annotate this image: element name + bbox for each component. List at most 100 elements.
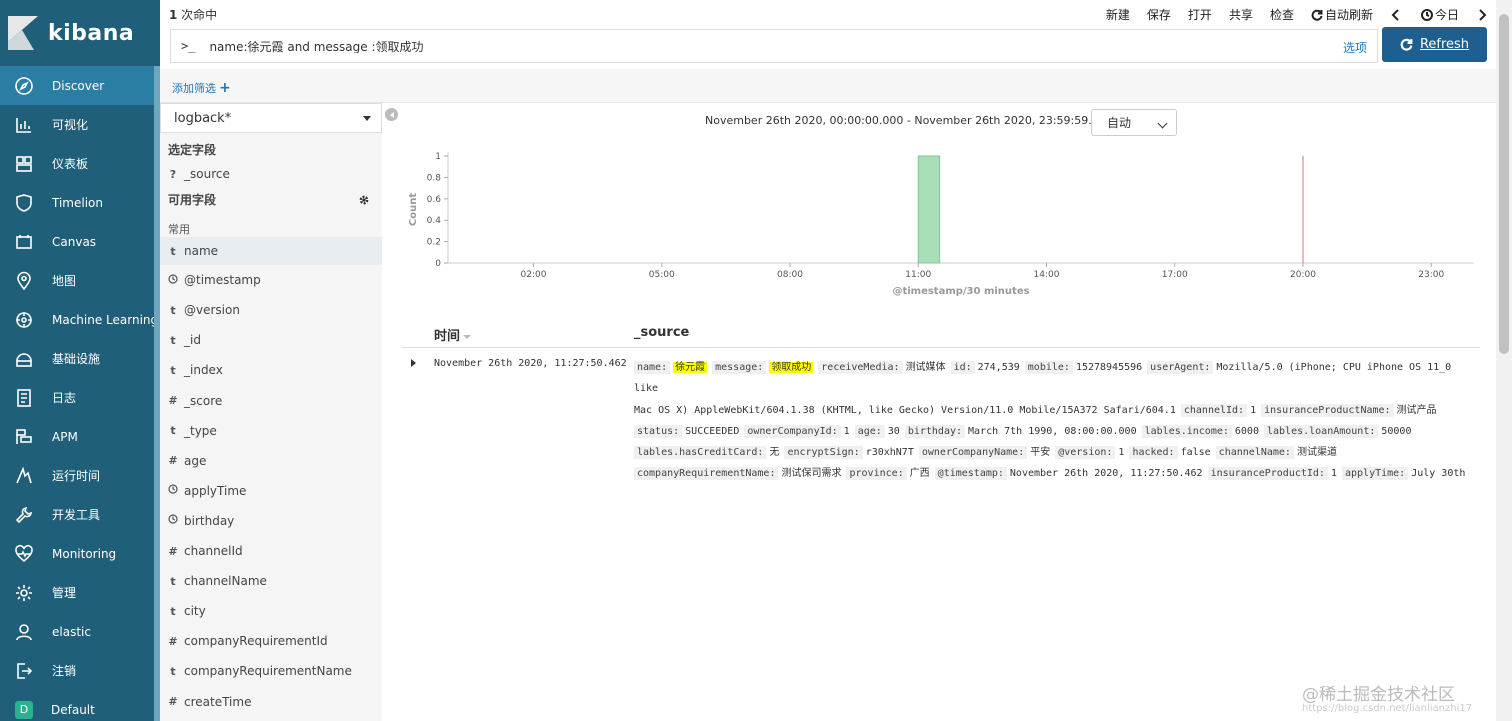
sidebar-item-default[interactable]: D Default xyxy=(0,690,160,721)
x-tick-label: 20:00 xyxy=(1290,270,1316,280)
y-tick-label: 1 xyxy=(435,152,441,162)
field-type-icon: # xyxy=(168,544,178,558)
row-time: November 26th 2020, 11:27:50.462 xyxy=(434,358,627,369)
source-value: November 26th 2020, 11:27:50.462 xyxy=(1009,468,1203,480)
query-input[interactable] xyxy=(209,39,1310,53)
sidebar-item-label: Default xyxy=(51,702,95,717)
sort-icon[interactable] xyxy=(463,334,472,339)
field-item-companyrequirementid[interactable]: # companyRequirementId xyxy=(160,628,382,654)
sidebar-item-label: 仪表板 xyxy=(52,157,89,171)
page-scrollbar[interactable] xyxy=(1496,0,1512,721)
source-key: channelName: xyxy=(1215,446,1294,460)
field-item-type[interactable]: t _type xyxy=(160,418,382,444)
field-item-companyrequirementname[interactable]: t companyRequirementName xyxy=(160,658,382,684)
source-value: Mac OS X) AppleWebKit/604.1.38 (KHTML, l… xyxy=(634,404,1176,416)
source-key: channelId: xyxy=(1180,403,1248,417)
sidebar-item-管理[interactable]: 管理 xyxy=(0,573,160,612)
chevron-right-icon xyxy=(1479,8,1487,21)
share-button[interactable]: 共享 xyxy=(1229,6,1253,23)
x-axis-label: @timestamp/30 minutes xyxy=(892,286,1029,297)
field-item-applytime[interactable]: applyTime xyxy=(160,478,382,504)
x-tick-label: 17:00 xyxy=(1162,270,1188,280)
source-key: id: xyxy=(950,361,975,374)
auto-refresh-button[interactable]: 自动刷新 xyxy=(1311,6,1373,23)
field-item-name[interactable]: t name xyxy=(160,237,382,265)
sidebar-item-label: 开发工具 xyxy=(52,508,101,522)
sidebar-item-基础设施[interactable]: 基础设施 xyxy=(0,339,160,378)
interval-select[interactable]: 自动 xyxy=(1091,109,1177,136)
sidebar-item-timelion[interactable]: Timelion xyxy=(0,183,160,222)
inspect-button[interactable]: 检查 xyxy=(1270,6,1294,23)
common-fields-label: 常用 xyxy=(168,223,190,236)
sidebar-item-可视化[interactable]: 可视化 xyxy=(0,105,160,144)
field-item-timestamp[interactable]: @timestamp xyxy=(160,267,382,293)
query-box[interactable]: >_ 选项 xyxy=(170,29,1378,63)
field-item-channelname[interactable]: t channelName xyxy=(160,568,382,594)
index-pattern-select[interactable]: logback* xyxy=(160,103,382,133)
sidebar-item-地图[interactable]: 地图 xyxy=(0,261,160,300)
chevron-down-icon xyxy=(1157,118,1168,129)
selected-field-source[interactable]: ? _source xyxy=(160,161,382,187)
field-item-id[interactable]: t _id xyxy=(160,327,382,353)
field-item-age[interactable]: # age xyxy=(160,448,382,474)
save-button[interactable]: 保存 xyxy=(1147,6,1171,23)
map-icon xyxy=(14,271,34,291)
field-type-icon: t xyxy=(170,664,176,678)
sidebar-item-apm[interactable]: APM xyxy=(0,417,160,456)
source-value: 50000 xyxy=(1381,425,1412,437)
field-item-score[interactable]: # _score xyxy=(160,388,382,414)
add-filter-button[interactable]: 添加筛选 + xyxy=(172,80,231,96)
field-item-createtime[interactable]: # createTime xyxy=(160,689,382,715)
source-key: message: xyxy=(712,361,767,374)
y-tick-label: 0.8 xyxy=(427,173,442,183)
expand-row-icon[interactable] xyxy=(411,359,416,367)
source-value: 30 xyxy=(887,425,900,437)
new-button[interactable]: 新建 xyxy=(1106,6,1130,23)
field-item-channelid[interactable]: # channelId xyxy=(160,538,382,564)
source-value: 6000 xyxy=(1234,425,1259,437)
time-picker-button[interactable]: 今日 xyxy=(1420,6,1459,23)
user-icon xyxy=(14,622,34,642)
compass-icon xyxy=(14,76,34,96)
field-panel: logback* 选定字段 ? _source 可用字段 常用 t name @ti… xyxy=(160,103,382,721)
chevron-left-icon xyxy=(1391,8,1399,21)
sidebar-item-label: APM xyxy=(52,429,78,444)
gear-icon[interactable] xyxy=(358,194,370,206)
refresh-button[interactable]: Refresh xyxy=(1382,27,1487,62)
source-value: 平安 xyxy=(1030,447,1051,459)
clock-icon xyxy=(160,514,184,527)
source-line: Mac OS X) AppleWebKit/604.1.38 (KHTML, l… xyxy=(634,400,1480,421)
sidebar-item-运行时间[interactable]: 运行时间 xyxy=(0,456,160,495)
open-button[interactable]: 打开 xyxy=(1188,6,1212,23)
collapse-sidebar-button[interactable] xyxy=(385,108,398,121)
kibana-logo[interactable]: kibana xyxy=(0,0,160,66)
field-item-birthday[interactable]: birthday xyxy=(160,508,382,534)
sidebar-item-machine-learning[interactable]: Machine Learning xyxy=(0,300,160,339)
sidebar-item-日志[interactable]: 日志 xyxy=(0,378,160,417)
sidebar-item-elastic[interactable]: elastic xyxy=(0,612,160,651)
sidebar-item-monitoring[interactable]: Monitoring xyxy=(0,534,160,573)
field-item-version[interactable]: t @version xyxy=(160,297,382,323)
time-forward-button[interactable] xyxy=(1476,8,1490,21)
sidebar-item-仪表板[interactable]: 仪表板 xyxy=(0,144,160,183)
sidebar-item-label: 可视化 xyxy=(52,118,89,132)
heartbeat-icon xyxy=(14,544,34,564)
sidebar-item-注销[interactable]: 注销 xyxy=(0,651,160,690)
time-back-button[interactable] xyxy=(1390,8,1404,21)
sidebar-item-canvas[interactable]: Canvas xyxy=(0,222,160,261)
source-key: @version: xyxy=(1055,446,1116,460)
field-item-index[interactable]: t _index xyxy=(160,357,382,383)
query-options-link[interactable]: 选项 xyxy=(1343,39,1367,56)
column-time[interactable]: 时间 xyxy=(434,325,472,344)
scrollbar-thumb[interactable] xyxy=(1499,14,1509,354)
source-key: receiveMedia: xyxy=(818,361,903,374)
x-tick-label: 23:00 xyxy=(1418,270,1444,280)
source-key: birthday: xyxy=(904,424,966,438)
highlight: 徐元霞 xyxy=(673,362,708,373)
sidebar-item-label: 注销 xyxy=(52,664,77,678)
sidebar-item-开发工具[interactable]: 开发工具 xyxy=(0,495,160,534)
sidebar-item-discover[interactable]: Discover xyxy=(0,66,160,105)
source-value: March 7th 1990, 08:00:00.000 xyxy=(968,425,1137,437)
field-item-city[interactable]: t city xyxy=(160,598,382,624)
source-key: status: xyxy=(634,424,683,438)
